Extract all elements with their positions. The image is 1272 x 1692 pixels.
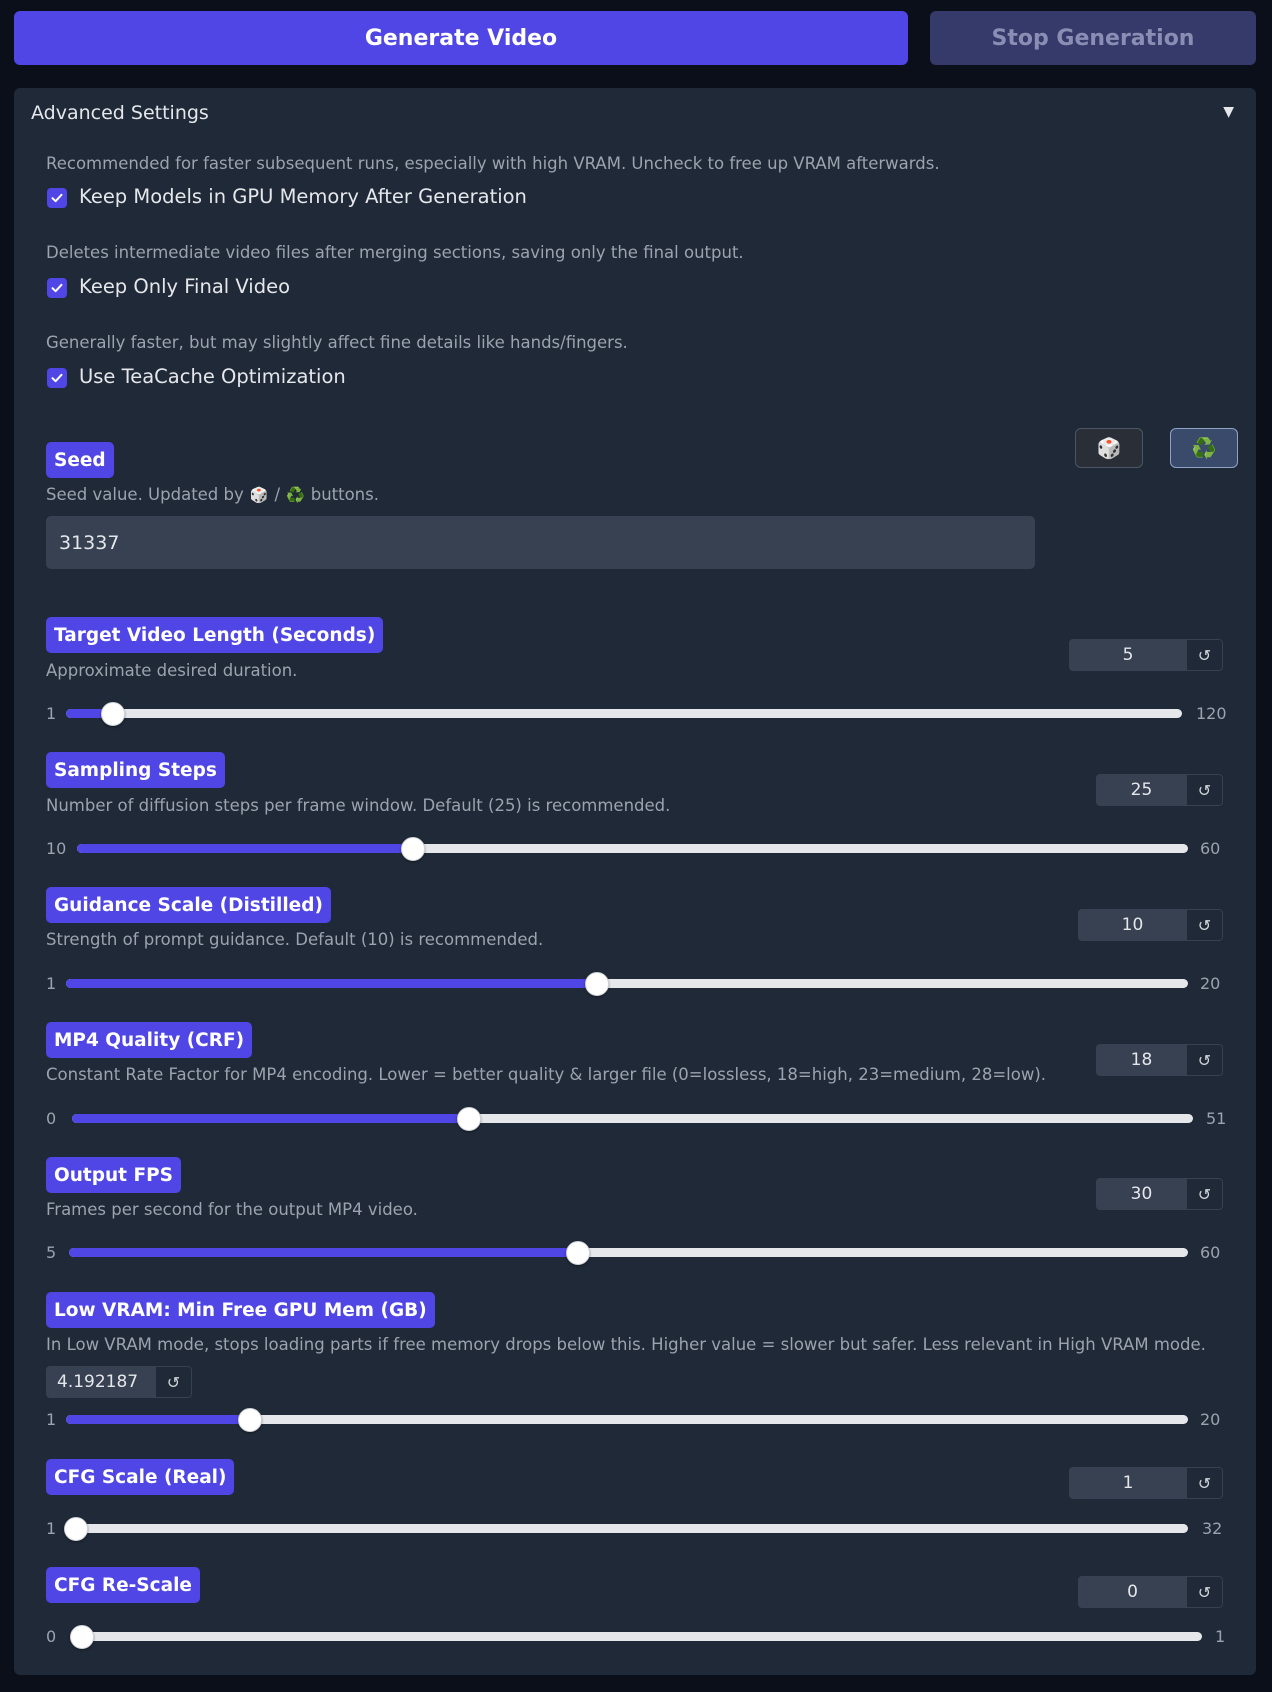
cfg-rescale-slider[interactable]	[70, 1625, 1202, 1649]
output-fps-label: Output FPS	[46, 1157, 181, 1193]
advanced-settings-panel: Advanced Settings ▼ Recommended for fast…	[14, 88, 1256, 1675]
reset-icon[interactable]: ↺	[1187, 1467, 1223, 1499]
low-vram-input[interactable]: 4.192187	[46, 1366, 156, 1398]
reuse-seed-button[interactable]: ♻️	[1170, 428, 1238, 468]
cfg-rescale-input[interactable]: 0	[1078, 1576, 1187, 1608]
low-vram-label: Low VRAM: Min Free GPU Mem (GB)	[46, 1292, 435, 1328]
slider-thumb[interactable]	[401, 837, 425, 861]
slider-thumb[interactable]	[64, 1517, 88, 1541]
slider-thumb[interactable]	[457, 1107, 481, 1131]
guidance-scale-max: 20	[1200, 974, 1221, 993]
slider-thumb[interactable]	[585, 972, 609, 996]
check-icon	[51, 373, 63, 383]
sampling-steps-slider[interactable]	[77, 837, 1188, 861]
output-fps-min: 5	[46, 1243, 57, 1262]
slider-thumb[interactable]	[238, 1408, 262, 1432]
reset-icon[interactable]: ↺	[1187, 909, 1223, 941]
sampling-steps-max: 60	[1200, 839, 1221, 858]
low-vram-slider[interactable]	[66, 1408, 1188, 1432]
cfg-scale-min: 1	[46, 1519, 57, 1538]
output-fps-input[interactable]: 30	[1096, 1178, 1187, 1210]
reset-icon[interactable]: ↺	[1187, 1044, 1223, 1076]
seed-input[interactable]: 31337	[46, 516, 1035, 569]
video-length-slider[interactable]	[66, 702, 1182, 726]
video-length-info: Approximate desired duration.	[46, 661, 298, 680]
slider-thumb[interactable]	[566, 1241, 590, 1265]
mp4-quality-slider[interactable]	[72, 1107, 1193, 1131]
slider-thumb[interactable]	[101, 702, 125, 726]
video-length-label: Target Video Length (Seconds)	[46, 617, 384, 653]
seed-info-sep: /	[274, 485, 281, 504]
cfg-rescale-label: CFG Re-Scale	[46, 1567, 200, 1603]
video-length-input[interactable]: 5	[1069, 639, 1187, 671]
cfg-scale-label: CFG Scale (Real)	[46, 1459, 235, 1495]
cfg-scale-max: 32	[1202, 1519, 1223, 1538]
video-length-min: 1	[46, 704, 57, 723]
guidance-scale-input[interactable]: 10	[1078, 909, 1187, 941]
keep-models-label[interactable]: Keep Models in GPU Memory After Generati…	[79, 185, 527, 208]
seed-label: Seed	[46, 442, 114, 478]
mp4-quality-max: 51	[1206, 1109, 1227, 1128]
dice-icon: 🎲	[1096, 436, 1122, 460]
low-vram-info: In Low VRAM mode, stops loading parts if…	[46, 1335, 1206, 1354]
low-vram-min: 1	[46, 1410, 57, 1429]
recycle-icon: ♻️	[286, 485, 305, 504]
sampling-steps-input[interactable]: 25	[1096, 774, 1187, 806]
cfg-scale-number: 1 ↺	[1069, 1467, 1223, 1499]
mp4-quality-number: 18 ↺	[1096, 1044, 1223, 1076]
seed-info-prefix: Seed value. Updated by	[46, 485, 244, 504]
guidance-scale-label: Guidance Scale (Distilled)	[46, 887, 331, 923]
mp4-quality-min: 0	[46, 1109, 57, 1128]
cfg-rescale-max: 1	[1215, 1627, 1226, 1646]
teacache-label[interactable]: Use TeaCache Optimization	[79, 365, 346, 388]
sampling-steps-number: 25 ↺	[1096, 774, 1223, 806]
recycle-icon: ♻️	[1191, 436, 1217, 460]
keep-models-info: Recommended for faster subsequent runs, …	[46, 154, 940, 173]
reset-icon[interactable]: ↺	[1187, 1576, 1223, 1608]
cfg-scale-input[interactable]: 1	[1069, 1467, 1187, 1499]
check-icon	[51, 193, 63, 203]
dice-icon: 🎲	[249, 485, 269, 504]
seed-info: Seed value. Updated by 🎲 / ♻️ buttons.	[46, 485, 379, 504]
teacache-checkbox[interactable]	[47, 368, 67, 388]
low-vram-number: 4.192187 ↺	[46, 1366, 192, 1398]
stop-generation-button[interactable]: Stop Generation	[930, 11, 1256, 65]
accordion-title[interactable]: Advanced Settings	[31, 102, 209, 124]
low-vram-max: 20	[1200, 1410, 1221, 1429]
sampling-steps-info: Number of diffusion steps per frame wind…	[46, 796, 671, 815]
seed-info-suffix: buttons.	[310, 485, 379, 504]
keep-final-label[interactable]: Keep Only Final Video	[79, 275, 290, 298]
output-fps-max: 60	[1200, 1243, 1221, 1262]
keep-final-info: Deletes intermediate video files after m…	[46, 243, 744, 262]
reset-icon[interactable]: ↺	[1187, 1178, 1223, 1210]
accordion-caret-icon[interactable]: ▼	[1223, 104, 1234, 120]
cfg-rescale-number: 0 ↺	[1078, 1576, 1223, 1608]
output-fps-info: Frames per second for the output MP4 vid…	[46, 1200, 418, 1219]
reset-icon[interactable]: ↺	[1187, 639, 1223, 671]
slider-thumb[interactable]	[70, 1625, 94, 1649]
guidance-scale-number: 10 ↺	[1078, 909, 1223, 941]
guidance-scale-slider[interactable]	[66, 972, 1188, 996]
video-length-number: 5 ↺	[1069, 639, 1223, 671]
cfg-scale-slider[interactable]	[64, 1517, 1188, 1541]
video-length-max: 120	[1196, 704, 1227, 723]
cfg-rescale-min: 0	[46, 1627, 57, 1646]
reset-icon[interactable]: ↺	[1187, 774, 1223, 806]
output-fps-slider[interactable]	[69, 1241, 1188, 1265]
check-icon	[51, 283, 63, 293]
random-seed-button[interactable]: 🎲	[1075, 428, 1143, 468]
generate-video-button[interactable]: Generate Video	[14, 11, 908, 65]
keep-final-checkbox[interactable]	[47, 278, 67, 298]
sampling-steps-label: Sampling Steps	[46, 752, 225, 788]
mp4-quality-input[interactable]: 18	[1096, 1044, 1187, 1076]
teacache-info: Generally faster, but may slightly affec…	[46, 333, 628, 352]
guidance-scale-info: Strength of prompt guidance. Default (10…	[46, 930, 544, 949]
sampling-steps-min: 10	[46, 839, 67, 858]
reset-icon[interactable]: ↺	[156, 1366, 192, 1398]
mp4-quality-info: Constant Rate Factor for MP4 encoding. L…	[46, 1065, 1047, 1084]
output-fps-number: 30 ↺	[1096, 1178, 1223, 1210]
mp4-quality-label: MP4 Quality (CRF)	[46, 1022, 253, 1058]
keep-models-checkbox[interactable]	[47, 188, 67, 208]
guidance-scale-min: 1	[46, 974, 57, 993]
